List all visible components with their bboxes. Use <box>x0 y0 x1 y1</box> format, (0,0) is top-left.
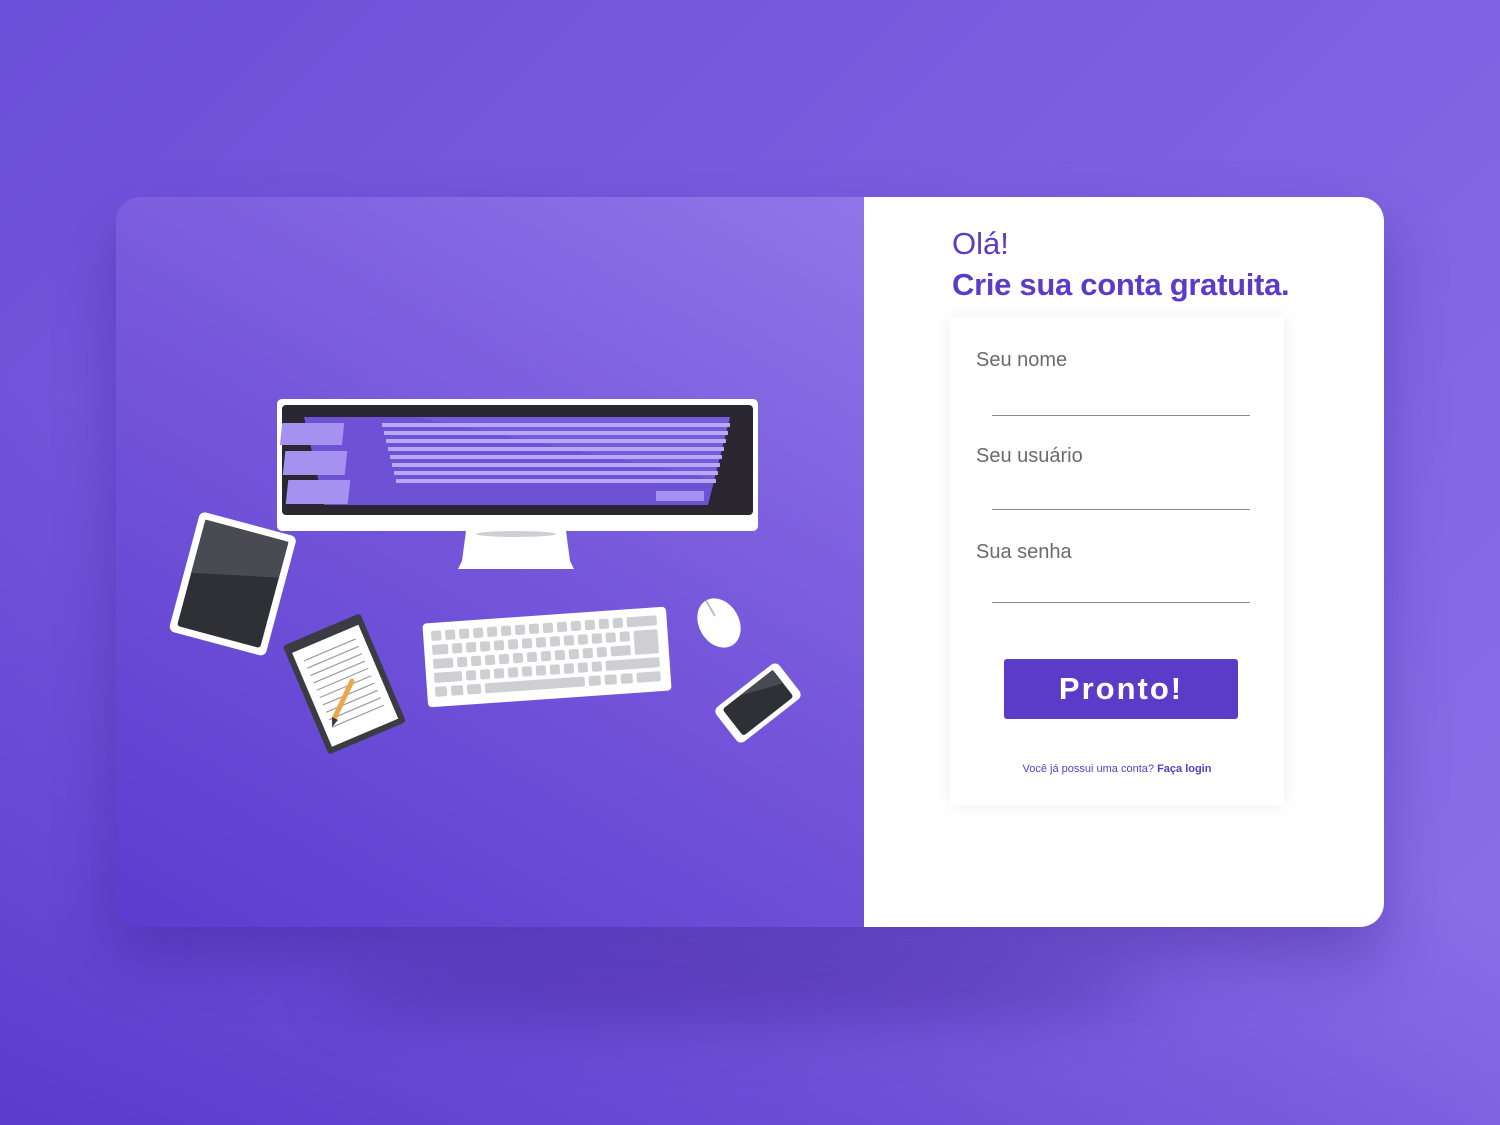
page-title: Crie sua conta gratuita. <box>952 267 1290 302</box>
name-label: Seu nome <box>976 349 1068 371</box>
submit-button[interactable]: Pronto! <box>1004 659 1238 719</box>
login-prompt: Você já possui uma conta? Faça login <box>950 763 1284 775</box>
login-link[interactable]: Faça login <box>1157 763 1211 775</box>
username-label: Seu usuário <box>976 445 1083 467</box>
name-input[interactable] <box>992 385 1250 416</box>
desk-illustration <box>169 399 801 754</box>
mouse-icon <box>697 598 741 648</box>
card-floor-shadow <box>330 955 1150 1025</box>
signup-card: Olá! Crie sua conta gratuita. Seu nome S… <box>116 197 1384 927</box>
signup-form: Seu nome Seu usuário Sua senha Pronto! V… <box>950 317 1284 805</box>
signup-form-panel: Olá! Crie sua conta gratuita. Seu nome S… <box>864 197 1384 927</box>
illustration-panel <box>116 197 864 927</box>
username-input[interactable] <box>992 479 1250 510</box>
keyboard-icon <box>422 606 672 708</box>
password-label: Sua senha <box>976 541 1072 563</box>
smartphone-icon <box>715 663 801 743</box>
login-prompt-text: Você já possui uma conta? <box>1022 763 1154 775</box>
notepad-icon <box>283 614 406 754</box>
tablet-icon <box>169 512 296 656</box>
monitor-icon <box>277 399 758 569</box>
password-input[interactable] <box>992 572 1250 603</box>
greeting-text: Olá! <box>952 226 1009 261</box>
